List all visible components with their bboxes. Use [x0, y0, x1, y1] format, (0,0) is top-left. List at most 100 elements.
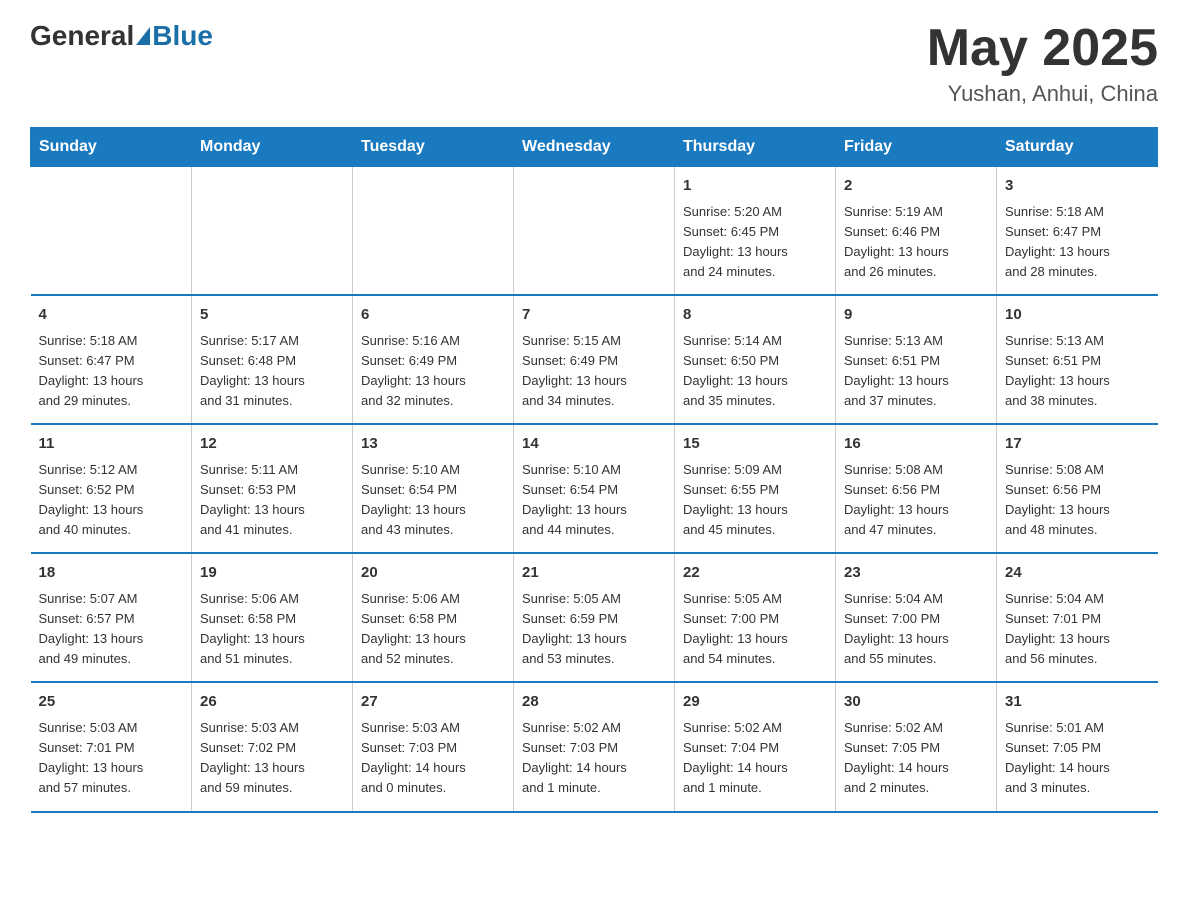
day-info: Sunrise: 5:17 AM Sunset: 6:48 PM Dayligh…	[200, 331, 344, 412]
table-row	[192, 167, 353, 296]
calendar-week-row: 18Sunrise: 5:07 AM Sunset: 6:57 PM Dayli…	[31, 553, 1158, 682]
day-info: Sunrise: 5:10 AM Sunset: 6:54 PM Dayligh…	[522, 460, 666, 541]
day-info: Sunrise: 5:04 AM Sunset: 7:01 PM Dayligh…	[1005, 589, 1150, 670]
page-header: General Blue May 2025 Yushan, Anhui, Chi…	[30, 20, 1158, 107]
table-row: 24 Sunrise: 5:04 AM Sunset: 7:01 PM Dayli…	[997, 553, 1158, 682]
day-info: Sunrise: 5:15 AM Sunset: 6:49 PM Dayligh…	[522, 331, 666, 412]
day-info: Sunrise: 5:01 AM Sunset: 7:05 PM Dayligh…	[1005, 718, 1150, 799]
day-number: 9	[844, 304, 988, 327]
day-info: Sunrise: 5:04 AM Sunset: 7:00 PM Dayligh…	[844, 589, 988, 670]
day-info: Sunrise: 5:20 AM Sunset: 6:45 PM Dayligh…	[683, 202, 827, 283]
day-number: 7	[522, 304, 666, 327]
logo-triangle-icon	[136, 27, 150, 45]
day-info: Sunrise: 5:12 AM Sunset: 6:52 PM Dayligh…	[39, 460, 184, 541]
day-info: Sunrise: 5:08 AM Sunset: 6:56 PM Dayligh…	[1005, 460, 1150, 541]
table-row: 20 Sunrise: 5:06 AM Sunset: 6:58 PM Dayli…	[353, 553, 514, 682]
day-info: Sunrise: 5:07 AM Sunset: 6:57 PM Dayligh…	[39, 589, 184, 670]
table-row: 29Sunrise: 5:02 AM Sunset: 7:04 PM Dayli…	[675, 682, 836, 811]
table-row: 14 Sunrise: 5:10 AM Sunset: 6:54 PM Dayli…	[514, 424, 675, 553]
day-number: 25	[39, 691, 184, 714]
day-number: 8	[683, 304, 827, 327]
day-number: 31	[1005, 691, 1150, 714]
day-number: 20	[361, 562, 505, 585]
day-info: Sunrise: 5:06 AM Sunset: 6:58 PM Dayligh…	[361, 589, 505, 670]
table-row: 17 Sunrise: 5:08 AM Sunset: 6:56 PM Dayli…	[997, 424, 1158, 553]
table-row: 21 Sunrise: 5:05 AM Sunset: 6:59 PM Dayli…	[514, 553, 675, 682]
day-number: 6	[361, 304, 505, 327]
table-row: 9 Sunrise: 5:13 AM Sunset: 6:51 PM Daylig…	[836, 295, 997, 424]
day-number: 22	[683, 562, 827, 585]
header-tuesday: Tuesday	[353, 128, 514, 167]
day-info: Sunrise: 5:03 AM Sunset: 7:01 PM Dayligh…	[39, 718, 184, 799]
table-row: 19Sunrise: 5:06 AM Sunset: 6:58 PM Dayli…	[192, 553, 353, 682]
header-thursday: Thursday	[675, 128, 836, 167]
title-section: May 2025 Yushan, Anhui, China	[927, 20, 1158, 107]
day-number: 12	[200, 433, 344, 456]
day-number: 21	[522, 562, 666, 585]
calendar-week-row: 1 Sunrise: 5:20 AM Sunset: 6:45 PM Daylig…	[31, 167, 1158, 296]
table-row: 6 Sunrise: 5:16 AM Sunset: 6:49 PM Daylig…	[353, 295, 514, 424]
table-row: 3 Sunrise: 5:18 AM Sunset: 6:47 PM Daylig…	[997, 167, 1158, 296]
day-info: Sunrise: 5:03 AM Sunset: 7:02 PM Dayligh…	[200, 718, 344, 799]
table-row: 13 Sunrise: 5:10 AM Sunset: 6:54 PM Dayli…	[353, 424, 514, 553]
table-row: 31 Sunrise: 5:01 AM Sunset: 7:05 PM Dayli…	[997, 682, 1158, 811]
logo: General Blue	[30, 20, 213, 52]
day-number: 11	[39, 433, 184, 456]
table-row: 26Sunrise: 5:03 AM Sunset: 7:02 PM Dayli…	[192, 682, 353, 811]
header-wednesday: Wednesday	[514, 128, 675, 167]
day-info: Sunrise: 5:19 AM Sunset: 6:46 PM Dayligh…	[844, 202, 988, 283]
day-number: 23	[844, 562, 988, 585]
day-number: 1	[683, 175, 827, 198]
day-info: Sunrise: 5:16 AM Sunset: 6:49 PM Dayligh…	[361, 331, 505, 412]
day-number: 14	[522, 433, 666, 456]
day-number: 24	[1005, 562, 1150, 585]
day-info: Sunrise: 5:10 AM Sunset: 6:54 PM Dayligh…	[361, 460, 505, 541]
day-number: 15	[683, 433, 827, 456]
month-title: May 2025	[927, 20, 1158, 77]
day-number: 30	[844, 691, 988, 714]
table-row: 22 Sunrise: 5:05 AM Sunset: 7:00 PM Dayli…	[675, 553, 836, 682]
weekday-header-row: Sunday Monday Tuesday Wednesday Thursday…	[31, 128, 1158, 167]
table-row: 4Sunrise: 5:18 AM Sunset: 6:47 PM Daylig…	[31, 295, 192, 424]
day-info: Sunrise: 5:09 AM Sunset: 6:55 PM Dayligh…	[683, 460, 827, 541]
day-info: Sunrise: 5:13 AM Sunset: 6:51 PM Dayligh…	[844, 331, 988, 412]
table-row: 12Sunrise: 5:11 AM Sunset: 6:53 PM Dayli…	[192, 424, 353, 553]
day-info: Sunrise: 5:08 AM Sunset: 6:56 PM Dayligh…	[844, 460, 988, 541]
calendar-week-row: 4Sunrise: 5:18 AM Sunset: 6:47 PM Daylig…	[31, 295, 1158, 424]
table-row: 1 Sunrise: 5:20 AM Sunset: 6:45 PM Daylig…	[675, 167, 836, 296]
logo-blue-text: Blue	[152, 20, 213, 52]
day-number: 29	[683, 691, 827, 714]
day-number: 2	[844, 175, 988, 198]
table-row: 8 Sunrise: 5:14 AM Sunset: 6:50 PM Daylig…	[675, 295, 836, 424]
day-number: 10	[1005, 304, 1150, 327]
day-info: Sunrise: 5:02 AM Sunset: 7:03 PM Dayligh…	[522, 718, 666, 799]
table-row	[514, 167, 675, 296]
table-row: 25 Sunrise: 5:03 AM Sunset: 7:01 PM Dayli…	[31, 682, 192, 811]
day-info: Sunrise: 5:18 AM Sunset: 6:47 PM Dayligh…	[1005, 202, 1150, 283]
table-row: 18Sunrise: 5:07 AM Sunset: 6:57 PM Dayli…	[31, 553, 192, 682]
day-number: 3	[1005, 175, 1150, 198]
day-info: Sunrise: 5:05 AM Sunset: 7:00 PM Dayligh…	[683, 589, 827, 670]
day-number: 13	[361, 433, 505, 456]
table-row: 5Sunrise: 5:17 AM Sunset: 6:48 PM Daylig…	[192, 295, 353, 424]
header-monday: Monday	[192, 128, 353, 167]
day-info: Sunrise: 5:14 AM Sunset: 6:50 PM Dayligh…	[683, 331, 827, 412]
day-info: Sunrise: 5:02 AM Sunset: 7:05 PM Dayligh…	[844, 718, 988, 799]
header-saturday: Saturday	[997, 128, 1158, 167]
day-number: 16	[844, 433, 988, 456]
logo-general-text: General	[30, 20, 134, 52]
day-info: Sunrise: 5:18 AM Sunset: 6:47 PM Dayligh…	[39, 331, 184, 412]
day-number: 28	[522, 691, 666, 714]
table-row: 30 Sunrise: 5:02 AM Sunset: 7:05 PM Dayli…	[836, 682, 997, 811]
table-row: 11 Sunrise: 5:12 AM Sunset: 6:52 PM Dayli…	[31, 424, 192, 553]
day-info: Sunrise: 5:13 AM Sunset: 6:51 PM Dayligh…	[1005, 331, 1150, 412]
table-row	[353, 167, 514, 296]
calendar-week-row: 11 Sunrise: 5:12 AM Sunset: 6:52 PM Dayli…	[31, 424, 1158, 553]
table-row: 28 Sunrise: 5:02 AM Sunset: 7:03 PM Dayli…	[514, 682, 675, 811]
day-info: Sunrise: 5:05 AM Sunset: 6:59 PM Dayligh…	[522, 589, 666, 670]
table-row: 16 Sunrise: 5:08 AM Sunset: 6:56 PM Dayli…	[836, 424, 997, 553]
calendar-table: Sunday Monday Tuesday Wednesday Thursday…	[30, 127, 1158, 812]
calendar-week-row: 25 Sunrise: 5:03 AM Sunset: 7:01 PM Dayli…	[31, 682, 1158, 811]
day-info: Sunrise: 5:06 AM Sunset: 6:58 PM Dayligh…	[200, 589, 344, 670]
day-number: 17	[1005, 433, 1150, 456]
